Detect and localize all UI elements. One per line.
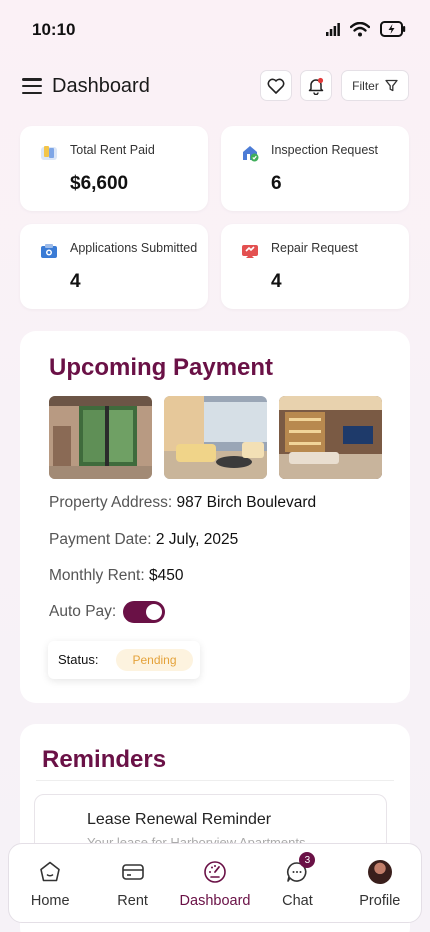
stat-label: Inspection Request <box>271 143 379 157</box>
payment-date-row: Payment Date: 2 July, 2025 <box>49 531 238 549</box>
avatar-wrapper <box>366 858 394 886</box>
payment-date-value: 2 July, 2025 <box>155 531 239 548</box>
avatar <box>367 860 392 884</box>
rent-icon <box>119 858 147 886</box>
reminders-title: Reminders <box>42 746 167 773</box>
rent-paid-icon <box>39 143 59 163</box>
divider <box>36 780 394 781</box>
stat-card-inspection[interactable]: Inspection Request 6 <box>221 126 409 211</box>
inspection-icon <box>240 143 260 163</box>
monthly-rent-value: $450 <box>148 567 184 584</box>
property-photo-2[interactable] <box>164 396 267 479</box>
nav-item-chat[interactable]: 3 Chat <box>256 844 338 922</box>
stat-value: 6 <box>271 173 282 194</box>
applications-icon <box>39 241 59 261</box>
filter-button[interactable]: Filter <box>341 70 409 101</box>
signal-icon <box>326 22 340 36</box>
upcoming-payment-card: Upcoming Payment Property Address: 987 B… <box>20 331 410 703</box>
favorites-button[interactable] <box>260 70 292 101</box>
chat-icon: 3 <box>283 852 316 886</box>
stat-card-repair[interactable]: Repair Request 4 <box>221 224 409 309</box>
status-label: Status: <box>58 652 99 667</box>
nav-item-home[interactable]: Home <box>9 844 91 922</box>
auto-pay-toggle[interactable] <box>123 601 165 623</box>
wifi-icon <box>350 21 370 36</box>
property-photo-3[interactable] <box>279 396 382 479</box>
nav-item-dashboard[interactable]: Dashboard <box>174 844 256 922</box>
property-address-row: Property Address: 987 Birch Boulevard <box>49 494 316 512</box>
stat-label: Repair Request <box>271 241 358 255</box>
stat-card-total-rent[interactable]: Total Rent Paid $6,600 <box>20 126 208 211</box>
status-badge: Pending <box>116 649 193 671</box>
filter-icon <box>385 79 398 92</box>
filter-label: Filter <box>352 78 379 93</box>
notifications-button[interactable] <box>300 70 332 101</box>
repair-icon <box>240 241 260 261</box>
stat-label: Total Rent Paid <box>70 143 155 157</box>
property-address-label: Property Address: <box>49 494 173 511</box>
monthly-rent-row: Monthly Rent: $450 <box>49 567 183 585</box>
heart-icon <box>267 78 285 94</box>
status-time: 10:10 <box>32 20 76 39</box>
monthly-rent-label: Monthly Rent: <box>49 567 145 584</box>
nav-label: Rent <box>117 893 148 909</box>
nav-label: Dashboard <box>179 893 251 909</box>
stat-value: 4 <box>271 271 282 292</box>
nav-item-profile[interactable]: Profile <box>339 844 421 922</box>
stat-value: 4 <box>70 271 81 292</box>
status-icons <box>326 21 406 37</box>
chat-badge: 3 <box>299 852 316 868</box>
dashboard-icon <box>201 858 229 886</box>
home-icon <box>36 858 64 886</box>
status-bar: 10:10 <box>0 0 430 60</box>
auto-pay-label: Auto Pay: <box>49 603 117 620</box>
nav-label: Profile <box>359 893 401 909</box>
menu-icon[interactable] <box>22 78 42 94</box>
battery-icon <box>380 21 406 37</box>
stat-card-applications[interactable]: Applications Submitted 4 <box>20 224 208 309</box>
bell-icon <box>308 77 324 95</box>
nav-label: Home <box>30 893 70 909</box>
payment-status: Status: Pending <box>48 641 200 679</box>
nav-label: Chat <box>282 893 313 909</box>
stat-label: Applications Submitted <box>70 241 198 255</box>
property-address-value: 987 Birch Boulevard <box>176 494 317 511</box>
payment-date-label: Payment Date: <box>49 531 152 548</box>
property-photo-1[interactable] <box>49 396 152 479</box>
app-header: Dashboard Filter <box>0 70 430 104</box>
stat-value: $6,600 <box>70 173 129 194</box>
nav-item-rent[interactable]: Rent <box>91 844 173 922</box>
reminder-title: Lease Renewal Reminder <box>87 811 272 828</box>
bottom-nav: Home Rent Dashboard 3 Chat Profile <box>8 843 422 923</box>
upcoming-payment-title: Upcoming Payment <box>49 354 274 381</box>
page-title: Dashboard <box>52 75 150 97</box>
